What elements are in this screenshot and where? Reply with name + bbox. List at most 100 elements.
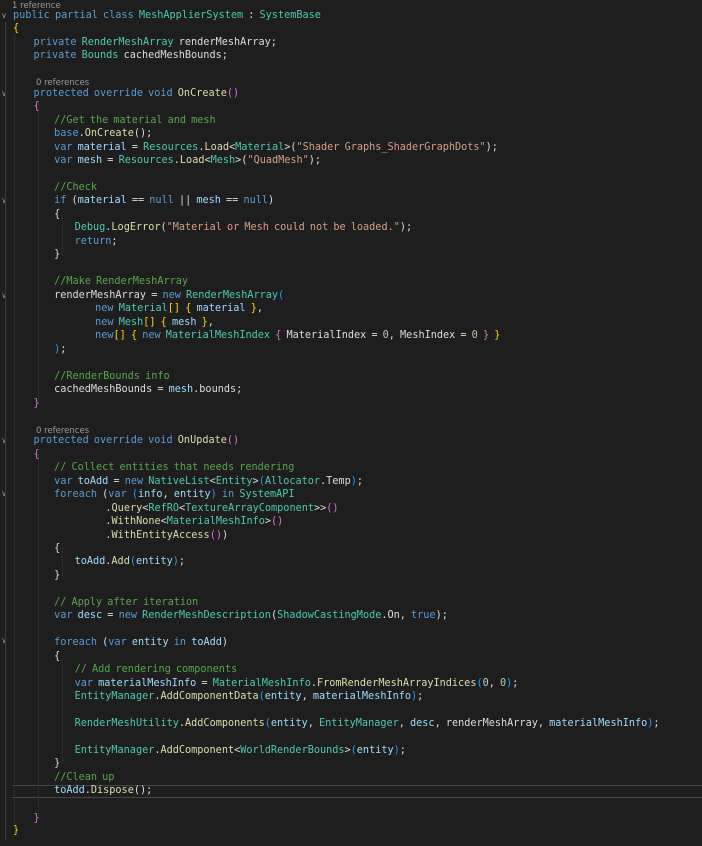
code-line[interactable]: // Apply after iteration — [13, 596, 198, 609]
code-token: { — [13, 209, 61, 220]
code-line[interactable]: foreach (var entity in toAdd) — [13, 636, 228, 649]
code-token: EntityManager — [74, 691, 155, 702]
code-token: = — [196, 678, 213, 689]
code-line[interactable]: //Make RenderMeshArray — [13, 275, 188, 288]
code-line[interactable]: private RenderMeshArray renderMeshArray; — [13, 36, 277, 49]
code-line[interactable]: .WithEntityAccess()) — [13, 529, 228, 542]
code-line[interactable]: // Add rendering components — [13, 663, 238, 676]
code-line[interactable]: ); — [13, 343, 66, 356]
code-token: "QuadMesh" — [247, 155, 309, 166]
code-token: Query — [111, 503, 143, 514]
code-line[interactable]: new Material[] { material }, — [13, 302, 263, 315]
code-token: null — [243, 195, 268, 206]
code-line[interactable]: Debug.LogError("Material or Mesh could n… — [13, 221, 413, 234]
code-line[interactable]: new Mesh[] { mesh }, — [13, 316, 214, 329]
code-token: //Make RenderMeshArray — [54, 276, 189, 287]
code-line[interactable]: toAdd.Add(entity); — [13, 555, 185, 568]
code-line[interactable]: { — [13, 448, 40, 461]
code-token: () — [326, 503, 339, 514]
code-line[interactable]: EntityManager.AddComponentData(entity, m… — [13, 690, 424, 703]
code-token: null — [149, 195, 174, 206]
fold-chevron-icon[interactable]: ∨ — [0, 197, 8, 205]
fold-chevron-icon[interactable]: ∨ — [0, 437, 8, 445]
code-line[interactable]: { — [13, 22, 19, 35]
code-token: SystemBase — [259, 10, 321, 21]
code-line[interactable]: foreach (var (info, entity) in SystemAPI — [13, 488, 294, 501]
code-token: Load — [204, 142, 229, 153]
code-line[interactable]: public partial class MeshApplierSystem :… — [13, 9, 321, 22]
code-line[interactable]: } — [13, 569, 60, 582]
code-line[interactable]: toAdd.Dispose(); — [13, 784, 152, 797]
code-line[interactable]: } — [13, 248, 60, 261]
code-line[interactable]: } — [13, 824, 19, 837]
code-line[interactable]: cachedMeshBounds = mesh.bounds; — [13, 383, 242, 396]
code-line[interactable]: var toAdd = new NativeList<Entity>(Alloc… — [13, 475, 363, 488]
code-line[interactable]: protected override void OnUpdate() — [13, 434, 240, 447]
code-token: EntityManager — [74, 745, 155, 756]
code-token: toAdd — [191, 637, 222, 648]
code-line[interactable]: { — [13, 100, 40, 113]
code-token: WithEntityAccess — [111, 530, 210, 541]
code-token: , — [162, 489, 174, 500]
code-token: //RenderBounds info — [54, 371, 170, 382]
code-line[interactable]: //Clean up — [13, 771, 114, 784]
code-editor[interactable]: 1 reference 0 references 0 references pu… — [0, 0, 702, 846]
code-line[interactable]: var materialMeshInfo = MaterialMeshInfo.… — [13, 677, 519, 690]
code-line[interactable]: .WithNone<MaterialMeshInfo>() — [13, 515, 283, 528]
code-token: } — [13, 758, 61, 769]
code-token: LogError — [111, 222, 161, 233]
code-line[interactable]: } — [13, 397, 40, 410]
code-token: { — [13, 23, 20, 34]
code-line[interactable]: base.OnCreate(); — [13, 127, 152, 140]
fold-chevron-icon[interactable]: ∨ — [0, 637, 8, 645]
code-token: new — [118, 610, 137, 621]
code-token: ); — [485, 142, 498, 153]
code-line[interactable]: var mesh = Resources.Load<Mesh>("QuadMes… — [13, 154, 321, 167]
code-token: Entity — [215, 476, 253, 487]
fold-chevron-icon[interactable]: ∨ — [0, 90, 8, 98]
code-line[interactable]: protected override void OnCreate() — [13, 87, 240, 100]
code-line[interactable]: // Collect entities that needs rendering — [13, 461, 294, 474]
code-line[interactable]: //Get the material and mesh — [13, 114, 216, 127]
code-line[interactable]: return; — [13, 235, 118, 248]
code-token: //Clean up — [54, 772, 115, 783]
code-token: MeshApplierSystem — [138, 10, 244, 21]
code-line[interactable]: .Query<RefRO<TextureArrayComponent>>() — [13, 502, 339, 515]
fold-rail — [5, 647, 6, 770]
editor-bottom-strip — [0, 840, 702, 846]
code-token: : — [243, 10, 260, 21]
code-token: // Collect entities that needs rendering — [54, 462, 295, 473]
fold-chevron-icon[interactable]: ∨ — [0, 490, 8, 498]
code-line[interactable]: var material = Resources.Load<Material>(… — [13, 141, 498, 154]
code-token: override — [93, 435, 143, 446]
code-line[interactable]: //RenderBounds info — [13, 370, 170, 383]
code-token: { — [33, 449, 40, 460]
code-line[interactable]: EntityManager.AddComponent<WorldRenderBo… — [13, 744, 406, 757]
code-line[interactable]: var desc = new RenderMeshDescription(Sha… — [13, 609, 448, 622]
code-line[interactable]: renderMeshArray = new RenderMeshArray( — [13, 289, 284, 302]
code-token: Mesh — [210, 155, 236, 166]
code-line[interactable]: //Check — [13, 181, 97, 194]
code-line[interactable]: if (material == null || mesh == null) — [13, 194, 274, 207]
code-line[interactable]: } — [13, 757, 60, 770]
code-line[interactable]: new[] { new MaterialMeshIndex { Material… — [13, 329, 500, 342]
code-line[interactable]: private Bounds cachedMeshBounds; — [13, 49, 228, 62]
code-token: [] — [167, 303, 181, 314]
code-line[interactable]: RenderMeshUtility.AddComponents(entity, … — [13, 717, 660, 730]
code-line[interactable]: { — [13, 208, 60, 221]
fold-chevron-icon[interactable]: ∨ — [0, 12, 8, 20]
code-line[interactable]: { — [13, 542, 60, 555]
fold-chevron-icon[interactable]: ∨ — [0, 292, 8, 300]
code-token: Bounds — [81, 50, 119, 61]
code-line[interactable]: { — [13, 650, 60, 663]
code-token: Debug — [74, 222, 106, 233]
code-token: in — [221, 489, 235, 500]
code-token: entity — [173, 489, 211, 500]
